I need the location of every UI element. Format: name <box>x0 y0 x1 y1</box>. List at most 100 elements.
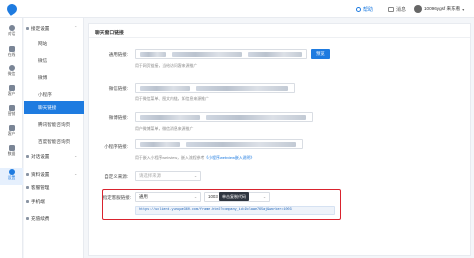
users-icon <box>8 85 15 91</box>
sidebar-group-dialog[interactable]: 对话设置 ⌄ <box>24 150 84 163</box>
sidebar-item-weibo[interactable]: 微博 <box>24 71 84 84</box>
messages-label: 消息 <box>396 7 407 13</box>
agent-link-label: 指定客服链接: <box>102 195 131 200</box>
custom-source-select[interactable]: 请选择来源 ⌄ <box>135 171 201 181</box>
app-logo-icon <box>5 2 19 16</box>
rail-label: 对话 <box>7 32 16 36</box>
blurred-text <box>206 115 306 120</box>
blurred-text <box>140 52 166 57</box>
sidebar-group-label: 对话设置 <box>31 154 50 159</box>
contacts-icon <box>8 125 15 131</box>
messages-link[interactable]: 消息 <box>388 6 406 13</box>
sidebar-group-label: 客服管理 <box>31 185 50 190</box>
user-menu[interactable]: 10096ygsf 来东看 ▾ <box>414 5 464 13</box>
monitor-icon <box>8 46 15 52</box>
link-type-value: 通用 <box>139 194 148 199</box>
sidebar-item-website[interactable]: 网站 <box>24 37 84 50</box>
sidebar-group-profile[interactable]: 资料设置 ⌄ <box>24 168 84 181</box>
phone-icon <box>26 199 29 203</box>
rail-item-online[interactable]: 在线 <box>0 45 23 62</box>
weibo-link-hint: 用户微博菜单，微信消息来源推广 <box>135 126 194 131</box>
sidebar-item-baidu-page[interactable]: 百度智能咨询页 <box>24 135 84 148</box>
wechat-link-hint: 用于微信菜单、图文内链，如信息来源推广 <box>135 96 209 101</box>
blurred-text <box>196 86 288 91</box>
sidebar-item-tencent-page[interactable]: 腾讯智能咨询页 <box>24 118 84 131</box>
tiktok-icon <box>8 105 15 111</box>
miniprogram-link-label: 小程序链接: <box>104 144 128 149</box>
sidebar-group-label: 充值续费 <box>31 216 50 221</box>
chevron-down-icon: ⌄ <box>193 195 197 199</box>
custom-source-label: 自定义来源: <box>104 174 128 179</box>
wechat-link-label: 微信链接: <box>108 86 128 91</box>
custom-source-placeholder: 请选择来源 <box>139 173 161 178</box>
help-link[interactable]: 帮助 <box>356 6 373 13</box>
settings-sidebar: 接定设置 ⌃ 网站 微信 微博 小程序 聊天链接 腾讯智能咨询页 百度智能咨询页… <box>24 18 84 258</box>
chevron-down-icon: ⌄ <box>262 195 266 199</box>
preview-button[interactable]: 预览 <box>311 49 330 59</box>
gear-icon <box>8 169 15 175</box>
sidebar-item-miniprogram[interactable]: 小程序 <box>24 88 84 101</box>
wallet-icon <box>26 216 29 220</box>
weibo-link-label: 微博链接: <box>108 115 128 120</box>
page-title: 聊天窗口链接 <box>95 31 124 36</box>
blurred-text <box>140 86 190 91</box>
rail-item-settings[interactable]: 设置 <box>0 168 23 185</box>
rail-item-marketing[interactable]: 营销 <box>0 104 23 121</box>
rail-item-data[interactable]: 数据 <box>0 144 23 161</box>
weibo-link-field[interactable] <box>135 112 313 122</box>
chevron-down-icon: ⌄ <box>193 174 197 178</box>
link-type-select[interactable]: 通用 ⌄ <box>135 192 201 202</box>
agent-link-url[interactable]: https://uclient.yunque360.com/frame.html… <box>135 206 335 215</box>
top-bar: 帮助 消息 10096ygsf 来东看 ▾ <box>0 0 474 18</box>
user-name: 10096ygsf 来东看 <box>424 6 461 11</box>
rail-label: 设置 <box>7 176 16 180</box>
rail-label: 数据 <box>7 152 16 156</box>
rail-item-wechat[interactable]: 微信 <box>0 64 23 81</box>
miniprogram-guide-link[interactable]: 《小程序webview嵌入说明》 <box>204 155 254 160</box>
bar-chart-icon <box>8 145 15 151</box>
message-icon <box>388 7 394 12</box>
rail-label: 在线 <box>7 53 16 57</box>
chevron-down-icon: ⌄ <box>74 154 78 158</box>
sidebar-group-label: 手机端 <box>31 199 45 204</box>
general-link-hint: 用于网页链接，当给访问客来源推广 <box>135 63 198 68</box>
sidebar-item-chat-link[interactable]: 聊天链接 <box>24 101 84 114</box>
sidebar-item-wechat[interactable]: 微信 <box>24 54 84 67</box>
blurred-text <box>140 142 180 147</box>
chat-icon <box>8 25 15 31</box>
help-icon <box>356 7 361 12</box>
rail-item-dialog[interactable]: 对话 <box>0 24 23 41</box>
rail-item-crm[interactable]: 客户 <box>0 124 23 141</box>
sidebar-group-agents[interactable]: 客服管理 <box>24 181 84 194</box>
blurred-text <box>172 52 242 57</box>
general-link-label: 通用链接: <box>108 52 128 57</box>
sidebar-group-access[interactable]: 接定设置 ⌃ <box>24 22 84 35</box>
main-nav-rail: 对话 在线 微信 客户 营销 客户 数据 设置 <box>0 18 23 258</box>
blurred-text <box>248 52 302 57</box>
chevron-down-icon: ⌄ <box>74 172 78 176</box>
rail-label: 微信 <box>7 72 16 76</box>
title-divider <box>89 37 470 38</box>
copy-tooltip: 单击复制代码 <box>219 192 249 201</box>
rail-label: 客户 <box>7 92 16 96</box>
sidebar-group-label: 资料设置 <box>31 172 50 177</box>
rail-label: 客户 <box>7 132 16 136</box>
agent-value: 1003 <box>208 194 218 199</box>
rail-label: 营销 <box>7 112 16 116</box>
blurred-text <box>140 115 200 120</box>
sidebar-group-label: 接定设置 <box>31 26 50 31</box>
sidebar-group-mobile[interactable]: 手机端 <box>24 195 84 208</box>
chat-icon <box>26 154 29 158</box>
link-icon <box>26 26 29 30</box>
sidebar-group-billing[interactable]: 充值续费 <box>24 212 84 225</box>
miniprogram-link-field[interactable] <box>135 139 303 149</box>
rail-item-customers[interactable]: 客户 <box>0 84 23 101</box>
user-icon <box>26 185 29 189</box>
wechat-link-field[interactable] <box>135 83 295 93</box>
help-label: 帮助 <box>363 7 374 13</box>
wechat-icon <box>8 65 15 71</box>
general-link-field[interactable] <box>135 49 307 59</box>
blurred-text <box>186 142 296 147</box>
document-icon <box>26 172 29 176</box>
miniprogram-hint-text: 用于嵌入小程序webview，嵌入流程参考 <box>135 155 205 160</box>
